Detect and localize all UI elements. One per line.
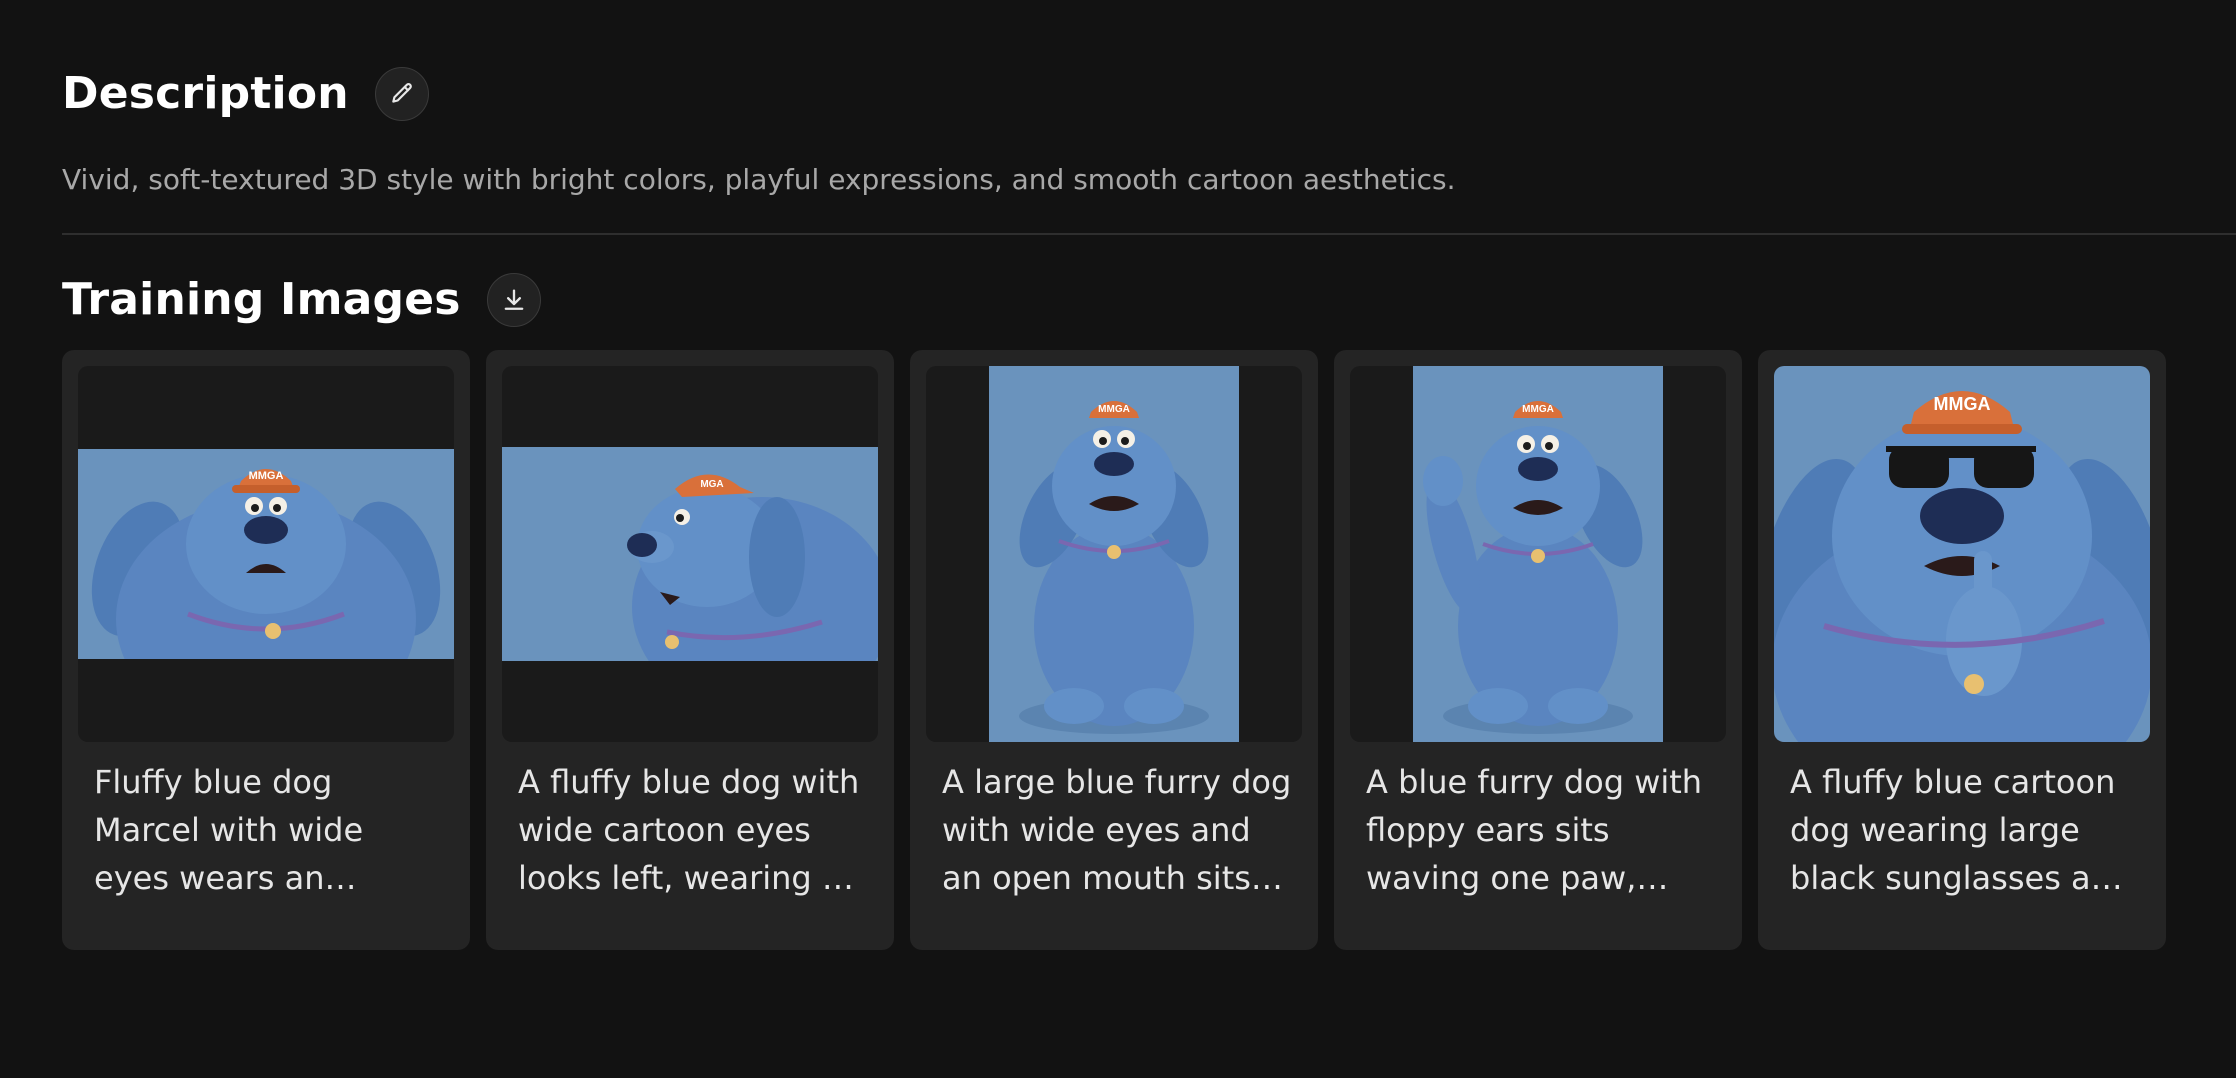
training-image-card[interactable]: MMGA A fluffy blue cartoon dog wearing l…: [1758, 350, 2166, 950]
training-image: MMGA: [926, 366, 1302, 742]
dog-image: MGA: [502, 447, 878, 661]
training-image-card[interactable]: MMGA A large blue furry dog with wide ey…: [910, 350, 1318, 950]
training-image-caption: A fluffy blue cartoon dog wearing large …: [1790, 763, 2132, 897]
training-images-title: Training Images: [62, 274, 461, 325]
svg-text:MMGA: MMGA: [1098, 404, 1130, 415]
description-text: Vivid, soft-textured 3D style with brigh…: [62, 163, 1456, 196]
dog-image: MMGA: [1413, 366, 1663, 742]
training-image-card[interactable]: MGA A fluffy blue dog with wide cartoon …: [486, 350, 894, 950]
training-image: MMGA: [1350, 366, 1726, 742]
training-image: MMGA: [78, 366, 454, 742]
training-image-card[interactable]: MMGA A blue furry dog with floppy ears s…: [1334, 350, 1742, 950]
pencil-icon: [392, 83, 412, 103]
training-image: MMGA: [1774, 366, 2150, 742]
training-image-caption: A large blue furry dog with wide eyes an…: [942, 763, 1292, 897]
training-image-caption: A fluffy blue dog with wide cartoon eyes…: [518, 763, 862, 897]
training-image-caption: Fluffy blue dog Marcel with wide eyes we…: [94, 763, 364, 897]
lora-style-page: Description Vivid, soft-textured 3D styl…: [0, 0, 2236, 1078]
svg-text:MGA: MGA: [700, 479, 723, 490]
training-image: MGA: [502, 366, 878, 742]
section-divider: [62, 233, 2236, 235]
description-header: Description: [62, 66, 429, 122]
training-images-grid: MMGA Fluffy blue dog Marcel with wide ey…: [62, 350, 2182, 950]
dog-image: MMGA: [78, 449, 454, 659]
svg-text:MMGA: MMGA: [249, 470, 284, 482]
dog-image: MMGA: [1774, 366, 2150, 742]
svg-text:MMGA: MMGA: [1522, 404, 1554, 415]
svg-text:MMGA: MMGA: [1934, 394, 1991, 414]
edit-description-button[interactable]: [374, 67, 429, 121]
description-title: Description: [62, 68, 349, 119]
download-images-button[interactable]: [486, 273, 541, 327]
dog-image: MMGA: [989, 366, 1239, 742]
training-images-header: Training Images: [62, 272, 541, 328]
training-image-caption: A blue furry dog with floppy ears sits w…: [1366, 763, 1703, 897]
training-image-card[interactable]: MMGA Fluffy blue dog Marcel with wide ey…: [62, 350, 470, 950]
download-icon: [504, 289, 523, 310]
